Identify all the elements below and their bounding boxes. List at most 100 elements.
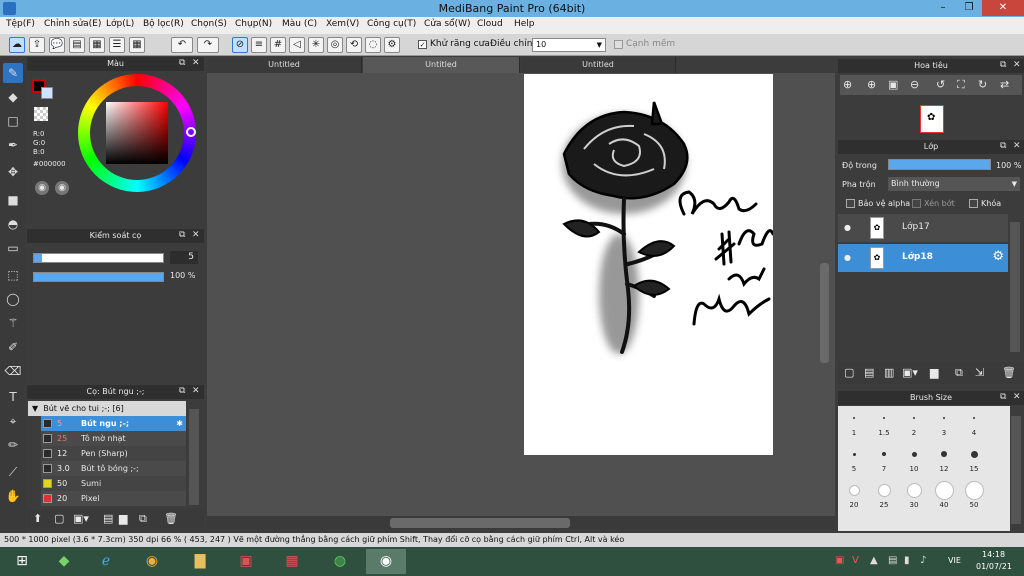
menu-select[interactable]: Chọn(S) [191, 19, 227, 29]
duplicate-icon[interactable]: ⧉ [139, 512, 147, 526]
snap-grid-icon[interactable]: # [270, 37, 286, 53]
windows-start-icon[interactable]: ⊞ [2, 549, 42, 574]
lasso-tool-icon[interactable]: ◯ [3, 289, 23, 309]
brush-size-cell[interactable]: 4 [960, 406, 988, 440]
undo-icon[interactable]: ↶ [171, 37, 193, 53]
menu-view[interactable]: Xem(V) [326, 19, 359, 29]
menu-file[interactable]: Tệp(F) [6, 19, 35, 29]
brush-row[interactable]: 50 Sumi [41, 476, 186, 491]
clipping-checkbox[interactable] [912, 199, 921, 208]
brush-size-scrollbar[interactable] [1011, 416, 1021, 524]
tray-icon-2[interactable]: V [852, 555, 859, 566]
folder-icon[interactable]: ▆ [119, 512, 127, 525]
flip-icon[interactable]: ⇄ [1000, 78, 1009, 91]
snap-circle-icon[interactable]: ◎ [327, 37, 343, 53]
rotate-right-icon[interactable]: ↻ [978, 78, 987, 91]
brush-tool-icon[interactable]: ✎ [3, 63, 23, 83]
duplicate-layer-icon[interactable]: ⧉ [955, 366, 963, 380]
brush-size-cell[interactable]: 3 [930, 406, 958, 440]
brush-size-cell[interactable]: 7 [870, 442, 898, 476]
document-icon[interactable]: ▦ [89, 37, 105, 53]
dot-tool-icon[interactable]: □ [3, 111, 23, 131]
undock-icon[interactable]: ⧉ [1000, 141, 1006, 151]
protect-alpha-checkbox[interactable] [846, 199, 855, 208]
tab-untitled-1[interactable]: Untitled [207, 57, 362, 73]
bucket-tool-icon[interactable]: ◓ [3, 214, 23, 234]
menu-tools[interactable]: Công cụ(T) [367, 19, 416, 29]
brush-size-cell[interactable]: 25 [870, 478, 898, 512]
layer-folder-icon[interactable]: ▆ [930, 366, 938, 379]
new-layer-icon[interactable]: ▢ [844, 366, 854, 379]
size-value[interactable]: 5 [170, 251, 198, 264]
smooth-checkbox[interactable] [614, 40, 623, 49]
bluestacks-icon[interactable]: ◆ [44, 549, 84, 574]
menu-color[interactable]: Màu (C) [282, 19, 317, 29]
snap-settings-icon[interactable]: ⚙ [384, 37, 400, 53]
snap-perspective-icon[interactable]: ◁ [289, 37, 305, 53]
chat-icon[interactable]: ▤ [69, 37, 85, 53]
ie-icon[interactable]: ℯ [86, 549, 126, 574]
brush-row[interactable]: 3.0 Bút tô bóng ;-; [41, 461, 186, 476]
tab-untitled-3[interactable]: Untitled [521, 57, 676, 73]
brush-group[interactable]: ▼ Bút vẽ cho tui ;-; [6] [28, 401, 186, 416]
brush-size-cell[interactable]: 1.5 [870, 406, 898, 440]
language-indicator[interactable]: VIE [948, 556, 961, 565]
powerpoint-icon[interactable]: ▣ [226, 549, 266, 574]
select-pen-icon[interactable]: ✐ [3, 337, 23, 357]
merge-layer-icon[interactable]: ⇲ [975, 366, 984, 379]
brush-list-scrollbar[interactable] [189, 409, 199, 505]
new-brush-icon[interactable]: ▢ [54, 512, 64, 525]
vertical-scrollbar[interactable] [820, 263, 829, 363]
select-eraser-icon[interactable]: ⌫ [3, 361, 23, 381]
close-button[interactable]: ✕ [982, 0, 1024, 16]
chrome-icon[interactable]: ◉ [132, 549, 172, 574]
close-icon[interactable]: ✕ [1013, 392, 1021, 402]
menu-layer[interactable]: Lớp(L) [106, 19, 134, 29]
volume-icon[interactable]: ♪ [920, 555, 926, 566]
new-layer-1bit-icon[interactable]: ▥ [884, 366, 894, 379]
brush-size-cell[interactable]: 40 [930, 478, 958, 512]
undock-icon[interactable]: ⧉ [179, 230, 185, 240]
opacity-slider[interactable] [33, 272, 164, 282]
tab-untitled-2[interactable]: Untitled [363, 57, 520, 73]
undock-icon[interactable]: ⧉ [1000, 60, 1006, 70]
snap-radial-icon[interactable]: ✳ [308, 37, 324, 53]
brush-menu-icon[interactable]: ▣▾ [73, 512, 89, 525]
redo-icon[interactable]: ↷ [197, 37, 219, 53]
navigator-preview[interactable]: ✿ [920, 105, 944, 133]
text-tool-icon[interactable]: T [3, 387, 23, 407]
layers-scrollbar[interactable] [1010, 222, 1020, 352]
eraser-tool-icon[interactable]: ◆ [3, 87, 23, 107]
network-icon[interactable]: ▮ [904, 555, 910, 566]
hue-wheel[interactable] [78, 74, 196, 192]
clock-date[interactable]: 01/07/21 [976, 562, 1012, 571]
lock-checkbox[interactable] [969, 199, 978, 208]
saturation-square[interactable] [106, 102, 168, 164]
pen-tool-icon[interactable]: ✒ [3, 135, 23, 155]
brush-size-cell[interactable]: 20 [840, 478, 868, 512]
brush-size-cell[interactable]: 1 [840, 406, 868, 440]
snap-parallel-icon[interactable]: ≡ [251, 37, 267, 53]
transparent-swatch[interactable] [34, 107, 48, 121]
correction-select[interactable]: 10 ▼ [532, 38, 606, 52]
close-icon[interactable]: ✕ [192, 386, 200, 396]
menu-cloud[interactable]: Cloud [477, 19, 503, 29]
share-icon[interactable]: ⇪ [29, 37, 45, 53]
undock-icon[interactable]: ⧉ [179, 58, 185, 68]
medibang-active-icon[interactable]: ◉ [366, 549, 406, 574]
visibility-icon[interactable]: ● [844, 223, 851, 232]
close-icon[interactable]: ✕ [1013, 141, 1021, 151]
menu-edit[interactable]: Chỉnh sửa(E) [44, 19, 101, 29]
hand-tool-icon[interactable]: ✋ [3, 486, 23, 506]
brush-size-cell[interactable]: 12 [930, 442, 958, 476]
cloud-icon[interactable]: ☁ [9, 37, 25, 53]
layer-row[interactable]: ● ✿ Lớp18 ⚙ [838, 244, 1008, 272]
menu-filter[interactable]: Bộ lọc(R) [143, 19, 184, 29]
snap-curve-icon[interactable]: ⟲ [346, 37, 362, 53]
brush-row[interactable]: 25 Tô mờ nhạt [41, 431, 186, 446]
snap-ellipse-icon[interactable]: ◌ [365, 37, 381, 53]
zoom-in-icon[interactable]: ⊕ [867, 78, 876, 91]
undock-icon[interactable]: ⧉ [179, 386, 185, 396]
minimize-button[interactable]: – [930, 0, 956, 16]
tray-arrow-icon[interactable]: ▲ [870, 555, 878, 566]
